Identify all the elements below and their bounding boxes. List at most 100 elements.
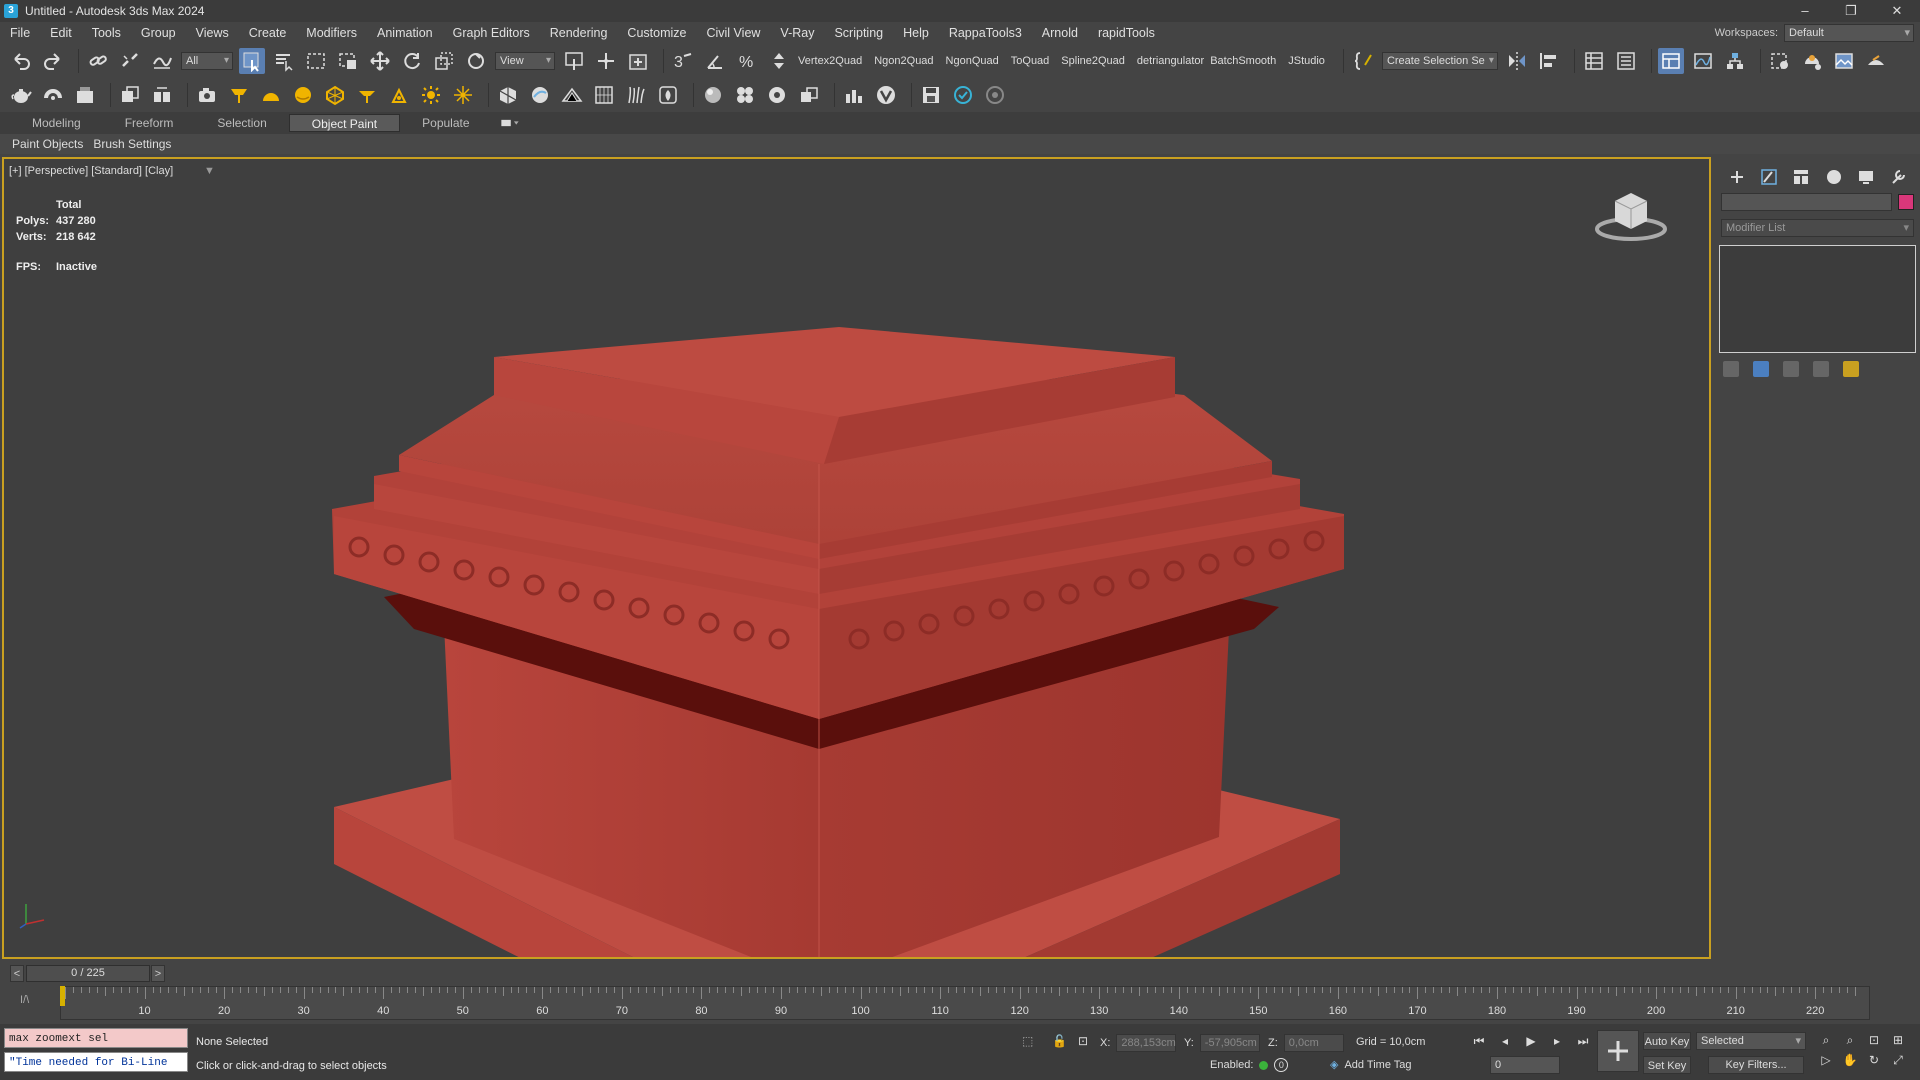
proxy-icon[interactable]: [495, 82, 521, 108]
align-icon[interactable]: [1536, 48, 1562, 74]
material-sphere-icon[interactable]: [700, 82, 726, 108]
auto-key-button[interactable]: Auto Key: [1643, 1032, 1691, 1050]
menu-views[interactable]: Views: [186, 22, 239, 44]
y-field[interactable]: -57,905cm: [1199, 1034, 1260, 1052]
keyboard-shortcut-override-icon[interactable]: [625, 48, 651, 74]
box-helper-icon[interactable]: [72, 82, 98, 108]
schematic-view-icon[interactable]: [1722, 48, 1748, 74]
rect-selection-region-icon[interactable]: [303, 48, 329, 74]
zoom-extents-all-icon[interactable]: ⊞: [1890, 1032, 1906, 1048]
mirror-icon[interactable]: [1504, 48, 1530, 74]
time-playhead[interactable]: [60, 986, 65, 1006]
scale-icon[interactable]: [431, 48, 457, 74]
track-bar[interactable]: I/\ 10 20 30 40 50 60 70 80 90 100 110 120 130 140 150…: [0, 984, 1920, 1024]
spline2quad-button[interactable]: Spline2Quad: [1061, 55, 1125, 67]
infinite-plane-icon[interactable]: [591, 82, 617, 108]
viewport-label[interactable]: [+] [Perspective] [Standard] [Clay]: [9, 165, 173, 177]
link-icon[interactable]: [85, 48, 111, 74]
spot-light-icon[interactable]: [354, 82, 380, 108]
zoom-all-icon[interactable]: ⌕: [1842, 1032, 1858, 1048]
modify-tab-icon[interactable]: [1758, 167, 1780, 187]
z-field[interactable]: 0,0cm: [1283, 1034, 1344, 1052]
play-icon[interactable]: ▶: [1522, 1032, 1540, 1050]
menu-edit[interactable]: Edit: [40, 22, 82, 44]
modifier-stack[interactable]: [1719, 245, 1916, 353]
key-filters-button[interactable]: Key Filters...: [1708, 1056, 1804, 1074]
pan-icon[interactable]: ✋: [1842, 1052, 1858, 1068]
rendered-frame-window-icon[interactable]: [1831, 48, 1857, 74]
menu-graph-editors[interactable]: Graph Editors: [443, 22, 540, 44]
dome-light-icon[interactable]: [258, 82, 284, 108]
menu-scripting[interactable]: Scripting: [824, 22, 893, 44]
ngon2quad-button[interactable]: Ngon2Quad: [874, 55, 933, 67]
scene-explorer-icon[interactable]: [1581, 48, 1607, 74]
curve-editor-icon[interactable]: [1690, 48, 1716, 74]
tab-modeling[interactable]: Modeling: [10, 114, 103, 132]
object-name-field[interactable]: [1721, 193, 1893, 211]
volume-grid-icon[interactable]: [655, 82, 681, 108]
percent-snap-icon[interactable]: %: [734, 48, 760, 74]
display-tab-icon[interactable]: [1855, 167, 1877, 187]
show-end-result-icon[interactable]: [1753, 361, 1769, 377]
sun-light-icon[interactable]: [418, 82, 444, 108]
ribbon-toggle-icon[interactable]: [1657, 48, 1684, 74]
menu-arnold[interactable]: Arnold: [1032, 22, 1088, 44]
vertex2quad-button[interactable]: Vertex2Quad: [798, 55, 862, 67]
edit-named-selection-icon[interactable]: [1350, 48, 1376, 74]
viewcube-icon[interactable]: [1593, 187, 1669, 246]
statistics-icon[interactable]: [841, 82, 867, 108]
menu-customize[interactable]: Customize: [617, 22, 696, 44]
remove-modifier-icon[interactable]: [1813, 361, 1829, 377]
add-time-tag[interactable]: ◈ Add Time Tag: [1330, 1058, 1412, 1072]
menu-civil-view[interactable]: Civil View: [696, 22, 770, 44]
menu-vray[interactable]: V-Ray: [770, 22, 824, 44]
ribbon-options-icon[interactable]: [496, 115, 524, 131]
enabled-zero[interactable]: 0: [1274, 1058, 1289, 1072]
ies-light-icon[interactable]: [386, 82, 412, 108]
window-crossing-icon[interactable]: [335, 48, 361, 74]
restore-button[interactable]: ❐: [1828, 0, 1874, 22]
spinner-snap-icon[interactable]: [766, 48, 792, 74]
selection-filter-dropdown[interactable]: All: [181, 52, 233, 70]
orbit-icon[interactable]: ↻: [1866, 1052, 1882, 1068]
zoom-icon[interactable]: ⌕: [1818, 1032, 1834, 1048]
go-to-start-icon[interactable]: ⏮: [1470, 1032, 1488, 1050]
tab-selection[interactable]: Selection: [195, 114, 288, 132]
menu-rendering[interactable]: Rendering: [540, 22, 618, 44]
batchsmooth-button[interactable]: BatchSmooth: [1210, 55, 1276, 67]
hierarchy-tab-icon[interactable]: [1790, 167, 1812, 187]
jstudio-button[interactable]: JStudio: [1288, 55, 1325, 67]
layer-explorer-icon[interactable]: [1613, 48, 1639, 74]
bind-space-warp-icon[interactable]: [149, 48, 175, 74]
material-library-icon[interactable]: [796, 82, 822, 108]
clone-icon[interactable]: [117, 82, 143, 108]
select-manipulate-icon[interactable]: [593, 48, 619, 74]
go-to-end-icon[interactable]: ⏭: [1574, 1032, 1592, 1050]
set-key-button[interactable]: Set Key: [1643, 1056, 1691, 1074]
menu-group[interactable]: Group: [131, 22, 186, 44]
move-icon[interactable]: [367, 48, 393, 74]
motion-tab-icon[interactable]: [1823, 167, 1845, 187]
isolate-selection-icon[interactable]: ⬚: [1022, 1034, 1033, 1048]
named-selection-dropdown[interactable]: Create Selection Se: [1381, 52, 1498, 70]
material-editor-icon[interactable]: [1767, 48, 1793, 74]
mesh-light-icon[interactable]: [322, 82, 348, 108]
workspace-dropdown[interactable]: Default: [1784, 24, 1914, 42]
close-button[interactable]: ✕: [1874, 0, 1920, 22]
time-slider-track[interactable]: 0 / 225: [26, 965, 150, 982]
tab-freeform[interactable]: Freeform: [103, 114, 196, 132]
brush-settings-button[interactable]: Brush Settings: [93, 137, 171, 151]
tab-populate[interactable]: Populate: [400, 114, 491, 132]
time-slider[interactable]: < 0 / 225 >: [0, 962, 1920, 984]
toquad-button[interactable]: ToQuad: [1011, 55, 1050, 67]
omni-light-icon[interactable]: [226, 82, 252, 108]
plane-icon[interactable]: [559, 82, 585, 108]
menu-rapidtools[interactable]: rapidTools: [1088, 22, 1165, 44]
lock-selection-icon[interactable]: 🔓: [1052, 1034, 1067, 1048]
menu-modifiers[interactable]: Modifiers: [296, 22, 367, 44]
fur-sphere-icon[interactable]: [527, 82, 553, 108]
sphere-light-icon[interactable]: [290, 82, 316, 108]
reference-coord-dropdown[interactable]: View: [495, 52, 555, 70]
checkmark-circle-icon[interactable]: [950, 82, 976, 108]
select-by-name-icon[interactable]: [271, 48, 297, 74]
